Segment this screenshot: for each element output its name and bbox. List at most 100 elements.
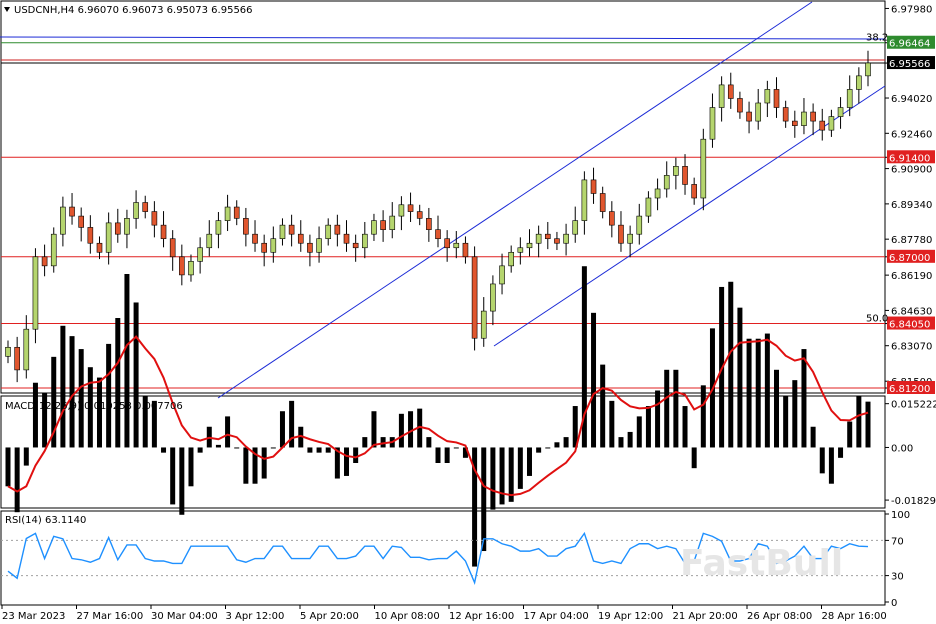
candle-body: [23, 328, 30, 371]
macd-bar: [636, 416, 642, 448]
candle-body: [727, 84, 734, 99]
candle-body: [865, 62, 871, 77]
candle-body: [160, 224, 167, 240]
time-tick-label: 26 Apr 08:00: [747, 611, 812, 622]
candle-body: [682, 166, 688, 185]
price-tag-label: 6.95566: [889, 59, 930, 70]
candle-body: [801, 111, 807, 126]
time-tick-label: 28 Apr 16:00: [822, 611, 887, 622]
macd-bar: [279, 411, 285, 448]
candle-body: [508, 251, 514, 267]
macd-bar: [865, 401, 871, 448]
candle-body: [297, 233, 304, 244]
price-tag-label: 6.87000: [889, 253, 930, 264]
candle-body: [554, 238, 560, 244]
candle-body: [737, 98, 743, 113]
fib-label: 50.0: [866, 314, 888, 325]
candle-body: [206, 233, 213, 249]
price-tick-label: 6.86190: [891, 271, 932, 282]
candle-body: [755, 102, 762, 122]
macd-bar: [728, 281, 734, 448]
candle-body: [654, 188, 661, 199]
time-axis: 23 Mar 2023 27 Mar 16:00 30 Mar 04:00 3 Apr…: [1, 605, 887, 622]
time-tick-label: 27 Mar 16:00: [77, 611, 144, 622]
macd-bar: [243, 447, 249, 484]
time-tick-label: 17 Apr 04:00: [524, 611, 589, 622]
macd-bar: [444, 447, 450, 463]
macd-bar: [801, 349, 807, 448]
macd-bar: [371, 411, 377, 448]
price-tag-label: 6.91400: [889, 153, 930, 164]
macd-bar: [408, 411, 414, 448]
candle-body: [544, 233, 551, 240]
candle-body: [179, 256, 185, 276]
candle-body: [819, 120, 826, 131]
candle-body: [114, 222, 121, 235]
candle-body: [846, 89, 853, 108]
time-tick-label: 23 Mar 2023: [2, 611, 65, 622]
macd-bar: [481, 447, 487, 552]
macd-bar: [32, 382, 38, 448]
macd-bar: [517, 447, 523, 489]
price-tick-label: 6.87780: [891, 235, 932, 246]
candle-body: [636, 215, 643, 235]
candle-body: [609, 211, 615, 226]
candle-body: [645, 197, 652, 217]
fib-label: 38.2: [866, 33, 888, 44]
macd-bar: [179, 447, 185, 515]
macd-bar: [124, 274, 130, 448]
candle-body: [435, 229, 441, 240]
macd-label: MACD(12,26,9) 0.010258 0.007706: [5, 401, 183, 412]
candle-body: [526, 242, 533, 249]
macd-bar: [261, 447, 267, 479]
candle-body: [197, 247, 203, 262]
price-tag-label: 6.84050: [889, 320, 930, 331]
macd-bar: [664, 369, 670, 448]
macd-bar: [96, 377, 102, 448]
macd-bar: [78, 349, 84, 448]
macd-bar: [536, 447, 542, 453]
macd-bar: [234, 447, 240, 449]
candle-body: [243, 218, 249, 235]
candle-body: [50, 233, 57, 267]
candle-body: [270, 238, 277, 253]
candle-body: [261, 242, 267, 253]
macd-bar: [819, 447, 825, 474]
macd-bar: [563, 437, 569, 448]
candle-body: [590, 179, 597, 194]
macd-bar: [682, 406, 688, 448]
candle-body: [14, 346, 20, 371]
candle-body: [169, 238, 176, 258]
price-tick-label: 6.97980: [891, 4, 932, 15]
candle-body: [856, 75, 862, 90]
candle-body: [224, 206, 231, 221]
candle-body: [398, 204, 405, 217]
candle-body: [252, 233, 258, 244]
price-tag-label: 6.96464: [889, 39, 930, 50]
candle-body: [517, 247, 524, 253]
candle-body: [444, 238, 450, 249]
candle-body: [343, 233, 350, 244]
macd-bar: [215, 444, 221, 448]
macd-bar: [618, 437, 624, 448]
candle-body: [233, 206, 240, 219]
candle-body: [362, 233, 368, 249]
macd-bar: [774, 369, 780, 448]
price-tick-label: 6.89340: [891, 200, 932, 211]
macd-bar: [746, 338, 752, 448]
macd-bar: [325, 447, 331, 453]
candle-body: [782, 107, 789, 122]
macd-bar: [353, 447, 359, 463]
macd-bar: [188, 447, 194, 487]
candle-body: [535, 233, 542, 244]
macd-bar: [161, 447, 167, 453]
time-tick-label: 12 Apr 16:00: [449, 611, 514, 622]
candle-body: [87, 227, 94, 244]
macd-bar: [344, 447, 350, 476]
candle-body: [810, 111, 816, 122]
rsi-label: RSI(14) 63.1140: [5, 515, 86, 526]
macd-bar: [792, 380, 798, 448]
candle-body: [133, 202, 139, 219]
macd-bar: [526, 447, 532, 476]
candle-body: [828, 116, 835, 131]
